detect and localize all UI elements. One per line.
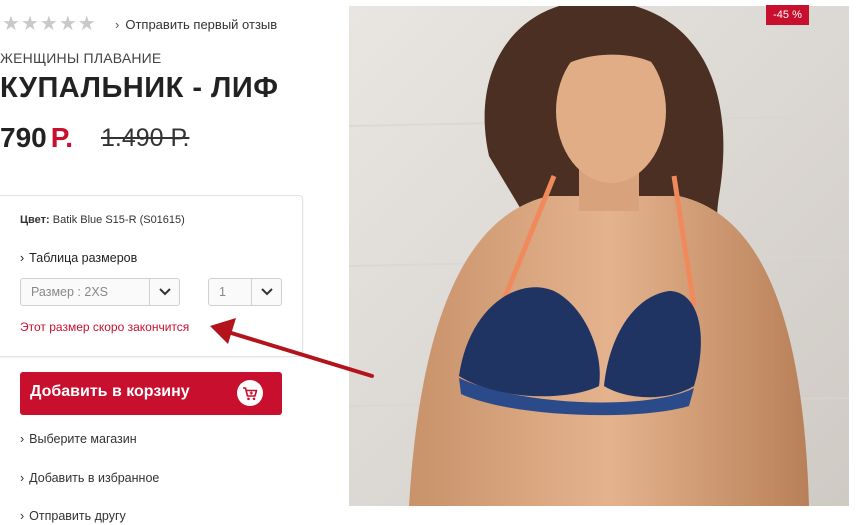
chevron-down-icon[interactable] [149,279,179,305]
cart-icon [237,380,263,406]
chevron-right-icon: › [20,432,25,446]
price-value: 790 [0,122,47,153]
product-title: КУПАЛЬНИК - ЛИФ [0,72,279,104]
add-to-favorites-link[interactable]: › Добавить в избранное [20,471,159,485]
chevron-right-icon: › [20,509,25,523]
price-currency: Р. [50,122,73,153]
product-image[interactable] [349,6,849,506]
color-info: Цвет: Batik Blue S15-R (S01615) [20,214,185,226]
size-table-link[interactable]: › Таблица размеров [20,251,137,265]
discount-badge: -45 % [766,5,809,25]
add-to-cart-button[interactable]: Добавить в корзину [20,372,282,415]
star-icon[interactable]: ★ [78,14,96,34]
choose-store-label: Выберите магазин [29,432,137,446]
color-value: Batik Blue S15-R (S01615) [52,214,185,226]
star-icon[interactable]: ★ [21,14,39,34]
current-price: 790 Р. [0,122,73,154]
size-table-label: Таблица размеров [29,251,138,265]
quantity-select-value: 1 [219,285,226,299]
size-select-value: Размер : 2XS [31,285,109,299]
chevron-right-icon: › [20,471,25,485]
options-panel: Цвет: Batik Blue S15-R (S01615) › Таблица… [0,195,303,357]
send-to-friend-label: Отправить другу [29,509,126,523]
rating-stars[interactable]: ★ ★ ★ ★ ★ [2,14,96,34]
chevron-right-icon: › [20,251,25,265]
add-to-cart-label: Добавить в корзину [30,383,190,400]
star-icon[interactable]: ★ [59,14,77,34]
write-review-link[interactable]: › Отправить первый отзыв [115,17,277,32]
old-price: 1.490 Р. [101,124,190,152]
add-to-favorites-label: Добавить в избранное [29,471,160,485]
color-label: Цвет: [20,214,50,226]
stock-warning: Этот размер скоро закончится [20,320,190,334]
choose-store-link[interactable]: › Выберите магазин [20,432,137,446]
product-category: ЖЕНЩИНЫ ПЛАВАНИЕ [0,50,162,66]
send-to-friend-link[interactable]: › Отправить другу [20,509,126,523]
star-icon[interactable]: ★ [2,14,20,34]
size-select[interactable]: Размер : 2XS [20,278,180,306]
quantity-select[interactable]: 1 [208,278,282,306]
chevron-down-icon[interactable] [251,279,281,305]
star-icon[interactable]: ★ [40,14,58,34]
chevron-right-icon: › [115,17,120,32]
write-review-label: Отправить первый отзыв [125,17,278,32]
